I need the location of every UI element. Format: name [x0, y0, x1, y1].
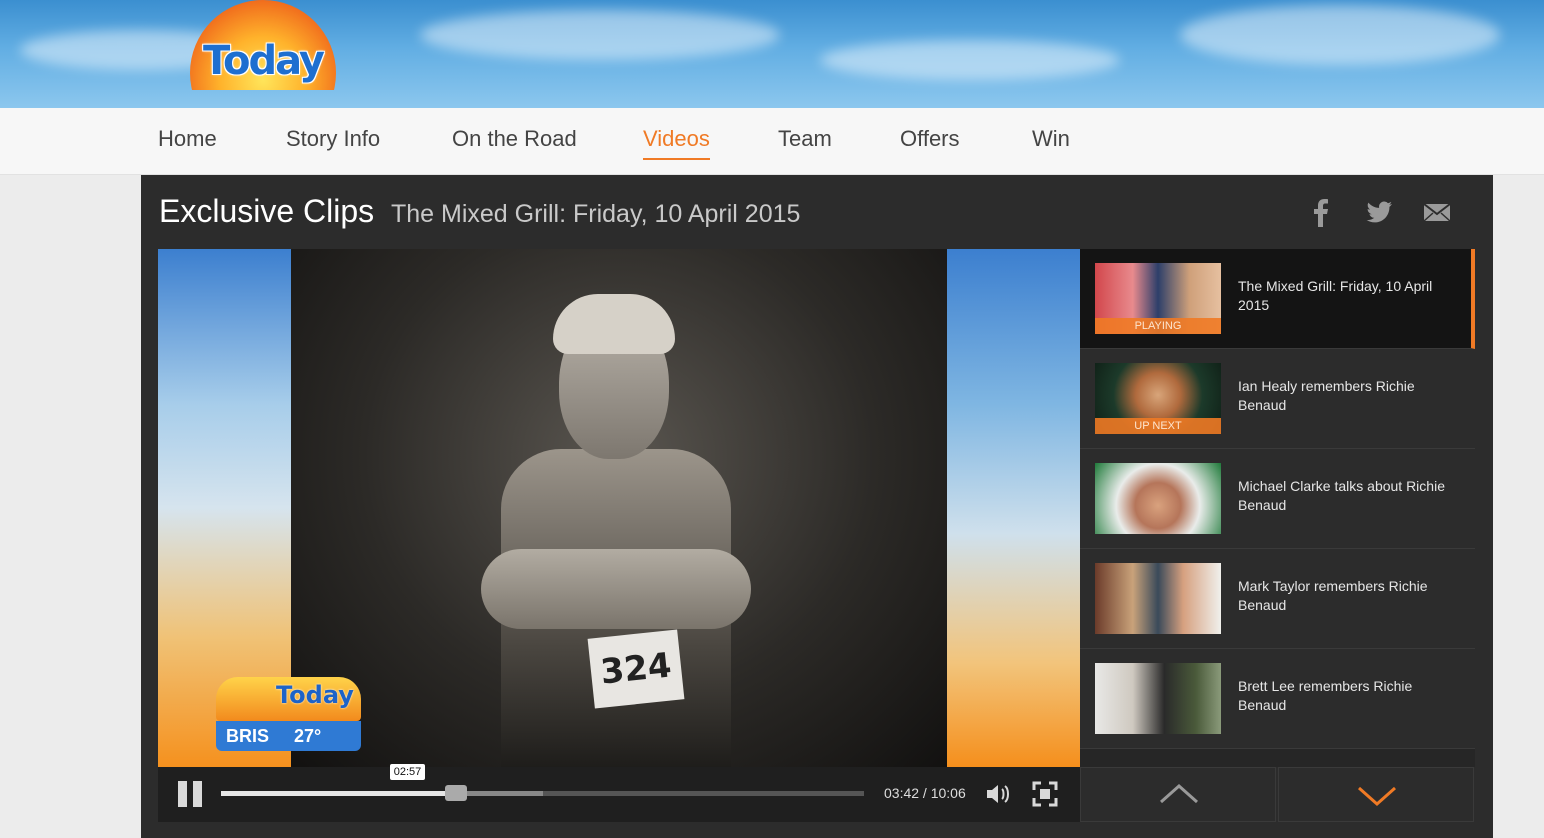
played-progress	[221, 791, 457, 796]
playlist-thumbnail	[1095, 563, 1221, 634]
seek-handle[interactable]	[445, 785, 468, 801]
email-icon[interactable]	[1422, 197, 1452, 227]
nav-item-offers[interactable]: Offers	[900, 126, 960, 158]
volume-icon[interactable]	[984, 781, 1012, 807]
header-banner: Today	[0, 0, 1544, 108]
cloud-decoration	[420, 10, 780, 60]
bug-city: BRIS	[216, 721, 361, 751]
nav-item-on-the-road[interactable]: On the Road	[452, 126, 577, 158]
video-background-right	[947, 249, 1080, 767]
playlist-item[interactable]: Brett Lee remembers Richie Benaud	[1080, 649, 1475, 749]
playlist-item-title: Michael Clarke talks about Richie Benaud	[1238, 478, 1445, 513]
playlist-thumbnail: PLAYING	[1095, 263, 1221, 334]
seek-tooltip: 02:57	[389, 764, 426, 780]
nav-item-videos[interactable]: Videos	[643, 126, 710, 160]
playlist-item[interactable]: UP NEXT Ian Healy remembers Richie Benau…	[1080, 349, 1475, 449]
page-title: Exclusive Clips	[159, 193, 375, 229]
nav-item-team[interactable]: Team	[778, 126, 832, 158]
cloud-decoration	[1180, 5, 1500, 65]
seek-bar[interactable]: 02:57	[221, 764, 864, 801]
subject-cap	[553, 294, 675, 354]
playlist-item-title: The Mixed Grill: Friday, 10 April 2015	[1238, 278, 1433, 313]
pause-button[interactable]	[178, 781, 204, 807]
playlist-thumbnail: UP NEXT	[1095, 363, 1221, 434]
today-logo[interactable]: Today	[190, 0, 336, 90]
time-display: 03:42 / 10:06	[884, 785, 966, 801]
up-next-badge: UP NEXT	[1095, 418, 1221, 434]
page-subtitle: The Mixed Grill: Friday, 10 April 2015	[391, 200, 801, 228]
video-panel: Exclusive Clips The Mixed Grill: Friday,…	[141, 175, 1493, 838]
pause-icon	[178, 781, 187, 807]
channel-bug: Today BRIS 27°	[216, 667, 361, 752]
video-frame: 324	[291, 249, 947, 767]
nav-item-story-info[interactable]: Story Info	[286, 126, 380, 158]
playlist-item-title: Mark Taylor remembers Richie Benaud	[1238, 578, 1428, 613]
logo-text: Today	[203, 38, 325, 84]
cloud-decoration	[820, 40, 1120, 80]
bug-temperature: 27°	[294, 726, 322, 746]
playlist-up-button[interactable]	[1080, 767, 1276, 822]
playlist-item-title: Ian Healy remembers Richie Benaud	[1238, 378, 1415, 413]
chevron-down-icon	[1358, 786, 1396, 807]
playlist-item[interactable]: Michael Clarke talks about Richie Benaud	[1080, 449, 1475, 549]
race-bib: 324	[587, 629, 685, 709]
playlist-item[interactable]: PLAYING The Mixed Grill: Friday, 10 Apri…	[1080, 249, 1475, 349]
playlist-nav	[1080, 767, 1475, 822]
twitter-icon[interactable]	[1364, 197, 1394, 227]
nav-item-win[interactable]: Win	[1032, 126, 1070, 158]
playlist-item-title: Brett Lee remembers Richie Benaud	[1238, 678, 1413, 713]
bug-logo-text: Today	[276, 681, 354, 709]
subject-arms	[481, 549, 751, 629]
playlist-thumbnail	[1095, 663, 1221, 734]
playlist-item[interactable]: Mark Taylor remembers Richie Benaud	[1080, 549, 1475, 649]
nav-item-home[interactable]: Home	[158, 126, 217, 158]
playlist-down-button[interactable]	[1278, 767, 1474, 822]
video-playlist: PLAYING The Mixed Grill: Friday, 10 Apri…	[1080, 249, 1475, 767]
main-nav: Home Story Info On the Road Videos Team …	[0, 108, 1544, 175]
video-player[interactable]: 324 Today BRIS 27°	[158, 249, 1080, 767]
facebook-icon[interactable]	[1306, 197, 1336, 227]
pause-icon	[193, 781, 202, 807]
playlist-thumbnail	[1095, 463, 1221, 534]
chevron-up-icon	[1160, 783, 1198, 804]
fullscreen-icon[interactable]	[1032, 781, 1058, 807]
player-controls: 02:57 03:42 / 10:06	[158, 764, 1080, 822]
playing-badge: PLAYING	[1095, 318, 1221, 334]
